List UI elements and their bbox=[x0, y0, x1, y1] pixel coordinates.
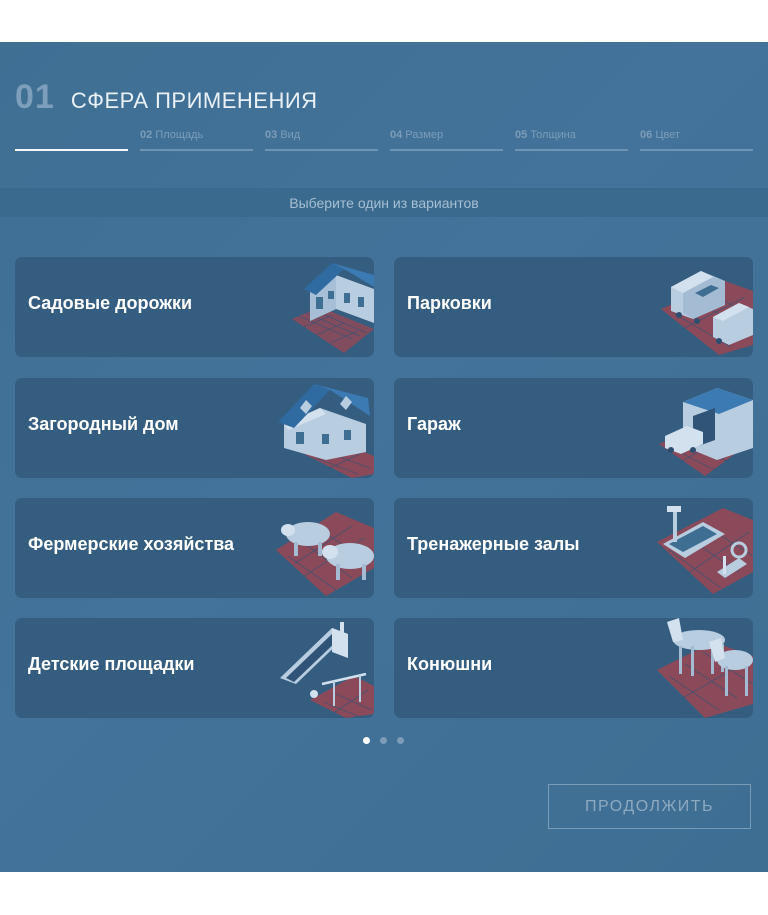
country-house-icon bbox=[278, 384, 374, 478]
option-card-stables[interactable]: Конюшни bbox=[394, 618, 753, 718]
step-tab-number: 05 bbox=[515, 129, 528, 141]
option-card-garage[interactable]: Гараж bbox=[394, 378, 753, 478]
step-tab-6[interactable]: 06 Цвет bbox=[640, 128, 753, 151]
option-label: Фермерские хозяйства bbox=[28, 534, 235, 554]
garden-house-icon bbox=[292, 263, 374, 353]
pagination-dot[interactable] bbox=[380, 737, 387, 744]
step-header: 01 СФЕРА ПРИМЕНЕНИЯ bbox=[15, 78, 318, 116]
step-tab-1[interactable] bbox=[15, 128, 128, 151]
option-card-gyms[interactable]: Тренажерные залы bbox=[394, 498, 753, 598]
step-progress: 02 Площадь 03 Вид 04 Размер 05 Толщина 0… bbox=[15, 128, 753, 151]
option-label: Загородный дом bbox=[28, 414, 179, 434]
garage-icon bbox=[659, 388, 753, 476]
step-tab-label: Цвет bbox=[655, 129, 680, 141]
step-tab-label: Размер bbox=[405, 129, 444, 141]
step-tab-4[interactable]: 04 Размер bbox=[390, 128, 503, 151]
step-tab-label: Вид bbox=[280, 129, 301, 141]
option-label: Парковки bbox=[407, 293, 492, 313]
option-card-playgrounds[interactable]: Детские площадки bbox=[15, 618, 374, 718]
option-label: Тренажерные залы bbox=[407, 534, 580, 554]
gym-equipment-icon bbox=[657, 506, 753, 594]
option-card-farms[interactable]: Фермерские хозяйства bbox=[15, 498, 374, 598]
step-tab-5[interactable]: 05 Толщина bbox=[515, 128, 628, 151]
step-tab-number: 06 bbox=[640, 129, 653, 141]
step-tab-3[interactable]: 03 Вид bbox=[265, 128, 378, 151]
wizard-panel: 01 СФЕРА ПРИМЕНЕНИЯ 02 Площадь 03 Вид 04… bbox=[0, 42, 768, 872]
step-tab-2[interactable]: 02 Площадь bbox=[140, 128, 253, 151]
option-card-country-house[interactable]: Загородный дом bbox=[15, 378, 374, 478]
step-tab-number: 03 bbox=[265, 129, 278, 141]
step-number: 01 bbox=[15, 78, 55, 116]
playground-slide-icon bbox=[280, 622, 374, 718]
parking-cars-icon bbox=[661, 271, 753, 355]
option-card-parking[interactable]: Парковки bbox=[394, 257, 753, 357]
hint-text: Выберите один из вариантов bbox=[289, 194, 479, 211]
pagination-dot[interactable] bbox=[363, 737, 370, 744]
option-label: Конюшни bbox=[407, 654, 493, 674]
option-label: Гараж bbox=[407, 414, 461, 434]
option-label: Детские площадки bbox=[28, 654, 195, 674]
step-title: СФЕРА ПРИМЕНЕНИЯ bbox=[70, 88, 318, 113]
continue-button[interactable]: ПРОДОЛЖИТЬ bbox=[548, 784, 751, 829]
option-card-garden-paths[interactable]: Садовые дорожки bbox=[15, 257, 374, 357]
carousel-pagination bbox=[363, 737, 414, 745]
step-tab-number: 02 bbox=[140, 129, 153, 141]
horses-icon bbox=[657, 618, 753, 718]
option-label: Садовые дорожки bbox=[28, 293, 193, 313]
step-tab-number: 04 bbox=[390, 129, 403, 141]
farm-pigs-icon bbox=[276, 512, 374, 596]
hint-bar: Выберите один из вариантов bbox=[0, 188, 768, 217]
step-tab-label: Площадь bbox=[155, 129, 204, 141]
pagination-dot[interactable] bbox=[397, 737, 404, 744]
step-tab-label: Толщина bbox=[530, 129, 576, 141]
